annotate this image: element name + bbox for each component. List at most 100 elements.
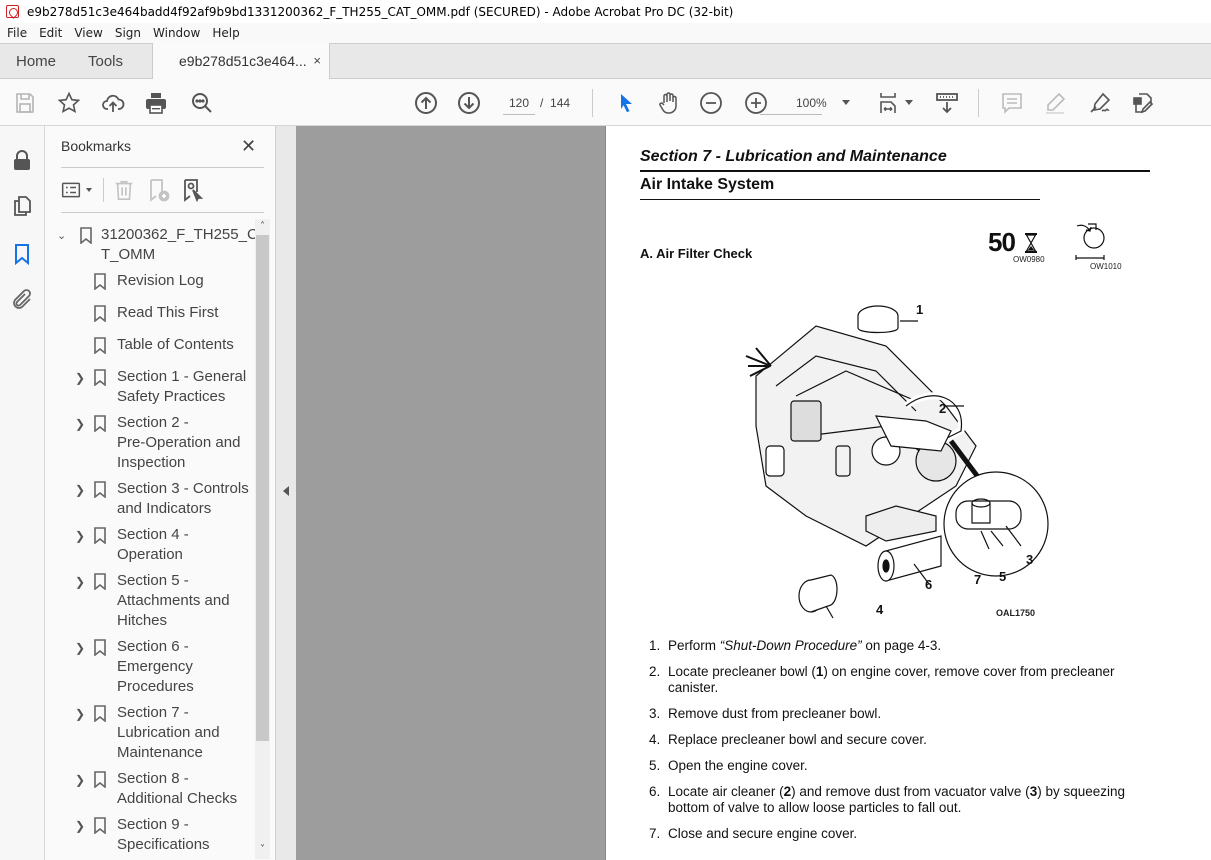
zoom-out-button[interactable]	[698, 90, 724, 116]
bookmarks-panel: Bookmarks ✕ ⌄ 31200362_F_TH255_CA T_OMM R…	[45, 126, 275, 860]
scroll-up-icon[interactable]: ˄	[255, 219, 270, 234]
fit-page-icon	[880, 93, 896, 113]
bookmarks-icon[interactable]	[10, 242, 34, 266]
upload-cloud-icon	[102, 94, 125, 112]
bookmark-icon	[80, 227, 92, 244]
expand-chevron-icon[interactable]: ❯	[75, 638, 85, 658]
expand-chevron-icon[interactable]: ❯	[75, 816, 85, 836]
menu-sign[interactable]: Sign	[108, 26, 146, 40]
zoom-out-icon	[700, 92, 722, 114]
options-dropdown-icon[interactable]	[86, 188, 92, 192]
hand-icon	[659, 92, 677, 114]
delete-bookmark-icon[interactable]	[113, 178, 135, 202]
lock-icon[interactable]	[10, 148, 34, 172]
menu-help[interactable]: Help	[205, 26, 244, 40]
bookmark-label: Section 8 - Additional Checks	[117, 770, 238, 807]
step-number: 4.	[649, 732, 661, 747]
scroll-down-icon[interactable]: ˅	[255, 842, 270, 857]
bookmark-label: Read This First	[117, 304, 219, 321]
menu-bar: File Edit View Sign Window Help	[0, 23, 1211, 43]
step-number: 7.	[649, 826, 661, 841]
subsection-title: Air Intake System	[640, 176, 775, 193]
sign-button[interactable]	[1087, 90, 1113, 116]
fit-page-button[interactable]	[876, 90, 902, 116]
highlight-button[interactable]	[1042, 90, 1068, 116]
bookmark-star-button[interactable]	[56, 90, 82, 116]
procedure-step: 3. Remove dust from precleaner bowl.	[649, 706, 1149, 722]
save-icon	[16, 93, 34, 113]
new-bookmark-icon[interactable]	[147, 178, 171, 202]
step-text: Locate air cleaner (	[668, 784, 784, 799]
expand-chevron-icon[interactable]: ❯	[75, 704, 85, 724]
expand-chevron-icon[interactable]: ❯	[75, 572, 85, 592]
tab-home[interactable]: Home	[16, 44, 56, 79]
engine-access-icon	[1075, 223, 1105, 260]
scrollbar-thumb[interactable]	[256, 235, 269, 741]
callout-6: 6	[925, 577, 933, 592]
step-number: 2.	[649, 664, 661, 679]
bookmark-tree: ⌄ 31200362_F_TH255_CA T_OMM Revision Log …	[45, 222, 255, 860]
expand-bookmark-icon[interactable]	[181, 178, 205, 202]
pages-icon[interactable]	[10, 194, 34, 218]
edit-pdf-button[interactable]	[1130, 90, 1156, 116]
air-intake-figure	[745, 305, 1049, 619]
step-text: Perform	[668, 638, 720, 653]
menu-view[interactable]: View	[67, 26, 107, 40]
find-icon	[192, 93, 212, 113]
procedure-heading: A. Air Filter Check	[640, 246, 753, 261]
previous-page-button[interactable]	[413, 90, 439, 116]
print-button[interactable]	[143, 90, 169, 116]
tab-document[interactable]: e9b278d51c3e464... ×	[152, 43, 330, 80]
toolbar-divider-2	[978, 89, 979, 117]
page-number-input[interactable]: 120	[503, 93, 535, 115]
zoom-level-select[interactable]: 100%	[760, 93, 827, 115]
collapse-panel-icon[interactable]	[283, 486, 289, 496]
next-page-button[interactable]	[456, 90, 482, 116]
callout-5: 5	[999, 569, 1007, 584]
engine-illustration	[745, 325, 977, 547]
panel-divider-2	[61, 212, 264, 213]
menu-file[interactable]: File	[0, 26, 32, 40]
bookmarks-scrollbar[interactable]: ˄ ˅	[255, 219, 270, 859]
step-text: on page 4-3.	[861, 638, 942, 653]
edit-pdf-icon	[1133, 93, 1154, 114]
step-text: “Shut-Down Procedure”	[719, 638, 862, 653]
procedure-step: 4. Replace precleaner bowl and secure cov…	[649, 732, 1149, 748]
scroll-mode-button[interactable]	[934, 90, 960, 116]
upload-button[interactable]	[100, 90, 126, 116]
bookmark-icon	[94, 771, 106, 788]
step-text: ) and remove dust from vacuator valve (	[791, 784, 1030, 799]
expand-chevron-icon[interactable]: ❯	[75, 526, 85, 546]
select-tool-button[interactable]	[613, 90, 639, 116]
save-button[interactable]	[12, 90, 38, 116]
tab-tools[interactable]: Tools	[88, 44, 123, 79]
close-tab-icon[interactable]: ×	[313, 43, 321, 79]
step-number: 1.	[649, 638, 661, 653]
bookmark-icon	[94, 527, 106, 544]
attachment-icon[interactable]	[10, 288, 34, 312]
expand-chevron-icon[interactable]: ❯	[75, 480, 85, 500]
fit-dropdown-icon[interactable]	[905, 100, 913, 105]
bookmark-label: Section 3 - Controls and Indicators	[117, 480, 249, 517]
options-menu-icon[interactable]	[61, 180, 81, 200]
bookmark-label: Section 6 - Emergency Procedures	[117, 638, 194, 695]
collapse-chevron-icon[interactable]: ⌄	[57, 226, 66, 246]
expand-chevron-icon[interactable]: ❯	[75, 770, 85, 790]
procedure-step: 1. Perform “Shut-Down Procedure” on page …	[649, 638, 1149, 654]
panel-splitter[interactable]	[275, 126, 296, 860]
menu-window[interactable]: Window	[146, 26, 205, 40]
page-down-icon	[458, 92, 480, 114]
hand-tool-button[interactable]	[655, 90, 681, 116]
expand-chevron-icon[interactable]: ❯	[75, 368, 85, 388]
expand-chevron-icon[interactable]: ❯	[75, 414, 85, 434]
comment-button[interactable]	[999, 90, 1025, 116]
bookmark-label: Revision Log	[117, 272, 204, 289]
interval-code: OW0980	[1013, 255, 1045, 264]
close-panel-icon[interactable]: ✕	[241, 136, 256, 157]
find-button[interactable]	[189, 90, 215, 116]
menu-edit[interactable]: Edit	[32, 26, 67, 40]
bookmark-icon	[94, 639, 106, 656]
page-total: / 144	[540, 96, 571, 110]
bookmark-label: Section 9 - Specifications	[117, 816, 210, 853]
zoom-dropdown-icon[interactable]	[842, 100, 850, 105]
